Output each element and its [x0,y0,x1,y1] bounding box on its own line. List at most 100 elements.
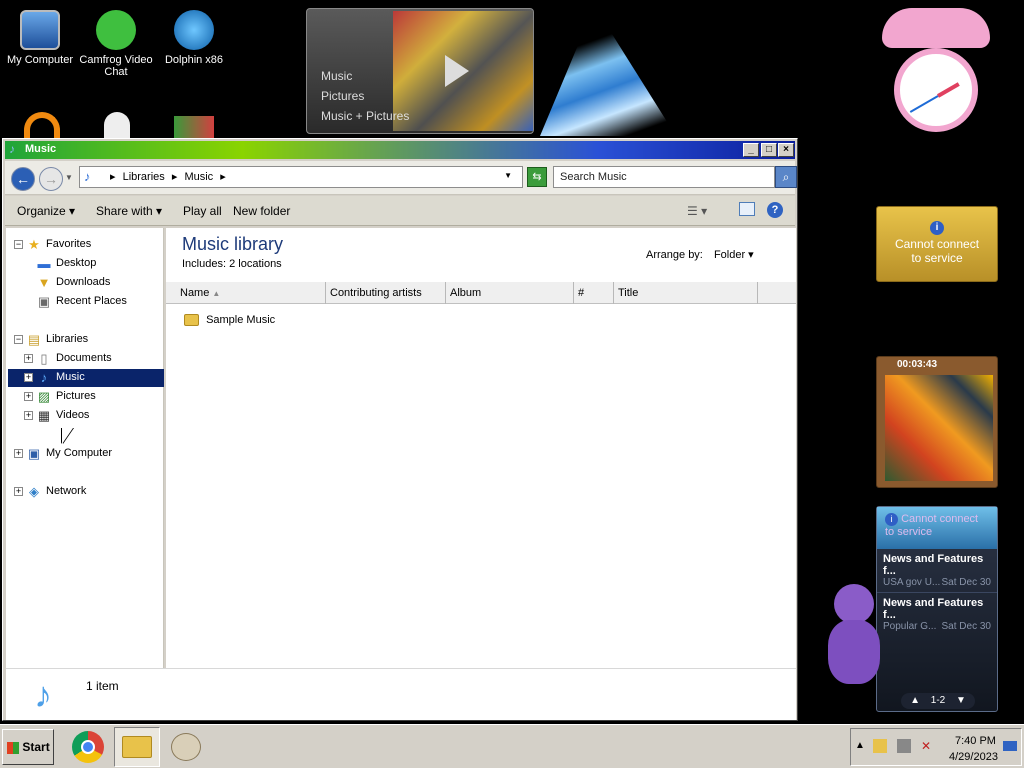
media-item-music[interactable]: Music [321,69,352,83]
feed-item-source: USA gov U... [883,577,941,588]
nav-item-my-computer[interactable]: + ▣ My Computer [6,445,162,463]
expand-icon[interactable]: + [24,411,33,420]
new-folder-button[interactable]: New folder [233,204,290,218]
feed-pager[interactable]: ▲ 1-2 ▼ [901,693,975,709]
back-button[interactable]: ← [11,167,35,191]
nav-item-pictures[interactable]: + ▨ Pictures [6,388,162,406]
column-title[interactable]: Title [614,282,758,304]
nav-item-favorites[interactable]: − ★ Favorites [6,236,162,254]
search-input[interactable]: Search Music [553,166,775,188]
column-contributing-artists[interactable]: Contributing artists [326,282,446,304]
star-icon: ★ [28,237,40,252]
arrow-down-icon[interactable]: ▼ [956,695,966,706]
expand-icon[interactable]: + [24,392,33,401]
nav-item-recent-places[interactable]: ▣ Recent Places [6,293,162,311]
mouse-cursor-icon [62,428,73,444]
nav-item-network[interactable]: + ◈ Network [6,483,162,501]
clock-minute-hand [909,95,939,113]
desktop-icon-camfrog[interactable]: Camfrog Video Chat [76,10,156,78]
paint-icon[interactable] [164,727,208,767]
close-button[interactable]: × [778,143,794,157]
view-options-icon[interactable]: ☰ ▾ [687,204,707,218]
show-hidden-icons-icon[interactable]: ▲ [855,740,865,751]
clock-hour-hand [937,82,960,98]
app-icon-partial[interactable] [174,116,214,138]
library-title: Music library [182,234,284,254]
play-all-button[interactable]: Play all [183,204,222,218]
pictures-icon: ▨ [37,389,51,404]
weather-gadget[interactable]: i Cannot connect to service [876,206,998,282]
chrome-icon[interactable] [66,727,110,767]
clock-date[interactable]: 4/29/2023 [949,751,998,763]
clock-gadget[interactable] [876,8,996,132]
column-name[interactable]: Name ▲ [166,282,326,304]
clock-time[interactable]: 7:40 PM [955,735,996,747]
nav-item-downloads[interactable]: ▼ Downloads [6,274,162,292]
column-number[interactable]: # [574,282,614,304]
play-icon[interactable] [445,55,469,87]
organize-button[interactable]: Organize ▾ [17,204,75,218]
arrange-by-dropdown[interactable]: Folder ▾ [714,249,754,261]
weather-error: Cannot connect to service [894,237,980,265]
breadcrumb-separator[interactable]: ▸ [220,171,226,183]
feed-item[interactable]: News and Features f... Popular G... Sat … [877,593,997,636]
expand-icon[interactable]: + [14,487,23,496]
volume-muted-icon[interactable]: ✕ [921,739,931,753]
show-desktop-icon[interactable] [1003,741,1017,751]
nav-item-desktop[interactable]: ▬ Desktop [6,255,162,273]
puzzle-board[interactable] [885,375,993,481]
expand-icon[interactable]: + [14,449,23,458]
list-item[interactable]: Sample Music [184,314,275,332]
folder-icon [122,736,152,758]
windows-logo-icon [7,741,19,754]
nav-item-documents[interactable]: + ▯ Documents [6,350,162,368]
column-album[interactable]: Album [446,282,574,304]
nav-item-music[interactable]: + ♪ Music [8,369,164,387]
preview-pane-icon[interactable] [739,202,755,216]
feed-gadget[interactable]: i Cannot connect to service News and Fea… [876,506,998,712]
bonzi-head [834,584,874,624]
search-icon[interactable]: ⌕ [775,166,797,188]
music-note-icon: ♪ [9,142,15,156]
desktop-icon-partial[interactable] [24,112,60,138]
explorer-window[interactable]: ♪ Music _ □ × ← → ▼ ♪ ▸ Libraries ▸ Musi… [2,138,798,721]
desktop-icon-dolphin[interactable]: Dolphin x86 [154,10,234,66]
start-button[interactable]: Start [2,729,54,765]
nav-item-libraries[interactable]: − ▤ Libraries [6,331,162,349]
address-dropdown[interactable]: ▼ [504,171,512,180]
content-pane: Music library Includes: 2 locations Arra… [166,228,796,668]
help-icon[interactable]: ? [767,202,783,218]
share-with-button[interactable]: Share with ▾ [96,204,162,218]
forward-button[interactable]: → [39,167,63,191]
breadcrumb[interactable]: ♪ ▸ Libraries ▸ Music ▸ ▼ [79,166,523,188]
expand-icon[interactable]: + [24,354,33,363]
puzzle-gadget[interactable]: 00:03:43 [876,356,998,488]
title-bar[interactable]: ♪ Music _ □ × [5,141,795,159]
minimize-button[interactable]: _ [743,143,759,157]
breadcrumb-separator[interactable]: ▸ [110,171,116,183]
feed-header: i Cannot connect to service [877,507,997,549]
feed-item[interactable]: News and Features f... USA gov U... Sat … [877,549,997,593]
media-item-pictures[interactable]: Pictures [321,89,364,103]
network-tray-icon[interactable] [897,739,911,753]
breadcrumb-libraries[interactable]: Libraries [123,171,165,183]
media-item-music-pictures[interactable]: Music + Pictures [321,109,409,123]
computer-icon [20,10,60,50]
penguin-icon[interactable] [104,112,130,138]
media-center-gadget[interactable]: Music Pictures Music + Pictures [306,8,534,134]
action-center-icon[interactable] [873,739,887,753]
bonzi-character[interactable] [818,584,890,692]
desktop-icon-my-computer[interactable]: My Computer [0,10,80,66]
nav-item-videos[interactable]: + ▦ Videos [6,407,162,425]
breadcrumb-music[interactable]: Music [184,171,213,183]
refresh-button[interactable]: ⇆ [527,167,547,187]
expand-icon[interactable]: + [24,373,33,382]
maximize-button[interactable]: □ [761,143,777,157]
collapse-icon[interactable]: − [14,240,23,249]
explorer-taskbar-button[interactable] [114,727,160,767]
collapse-icon[interactable]: − [14,335,23,344]
breadcrumb-separator[interactable]: ▸ [172,171,178,183]
arrow-up-icon[interactable]: ▲ [910,695,920,706]
history-dropdown[interactable]: ▼ [65,173,73,182]
includes-locations-link[interactable]: 2 locations [229,258,282,270]
